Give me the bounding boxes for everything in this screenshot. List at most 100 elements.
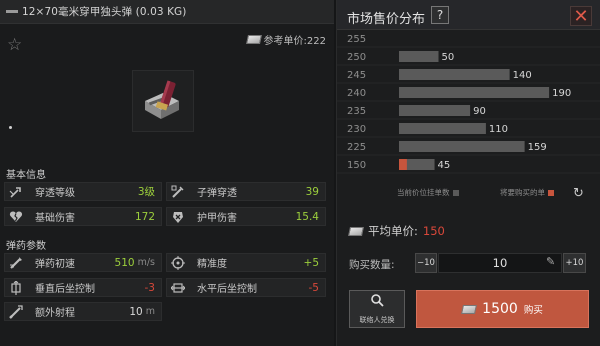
stat-horizontal-recoil: 水平后坐控制 -5 xyxy=(166,278,326,297)
buy-button[interactable]: 1500 购买 xyxy=(416,290,589,328)
reference-price: 参考单价:222 xyxy=(245,32,326,47)
stat-value: -5 xyxy=(308,281,319,294)
market-title: 市场售价分布 xyxy=(347,12,426,27)
contact-exchange-label: 联络人兑换 xyxy=(359,316,395,324)
stat-value: 3级 xyxy=(137,186,155,198)
legend-label: 将要购买的单 xyxy=(500,188,545,197)
help-button[interactable]: ? xyxy=(431,6,449,24)
shotgun-shell-icon xyxy=(145,80,179,119)
crosshair-icon xyxy=(171,255,185,270)
bar-value-label: 190 xyxy=(552,88,571,99)
bar-value-label: 140 xyxy=(513,70,532,81)
bar-value-label: 50 xyxy=(442,52,455,63)
stat-label: 额外射程 xyxy=(35,308,75,319)
money-icon xyxy=(245,35,262,44)
buy-price: 1500 xyxy=(482,301,518,317)
market-panel: 市场售价分布 ? ✕ 255 250 50 245 140 240 190 235 90 230 1… xyxy=(336,0,600,346)
y-tick-label: 235 xyxy=(347,106,366,117)
y-tick-label: 225 xyxy=(347,142,366,153)
y-tick-label: 230 xyxy=(347,124,366,135)
item-image xyxy=(132,70,194,132)
market-header: 市场售价分布 ? ✕ xyxy=(337,0,600,30)
vertical-recoil-icon xyxy=(9,280,23,295)
y-tick-label: 255 xyxy=(347,34,366,45)
item-name: 12×70毫米穿甲独头弹 (0.03 KG) xyxy=(22,6,187,18)
contact-exchange-button[interactable]: 联络人兑换 xyxy=(349,290,405,328)
bar-current-orders xyxy=(399,141,525,152)
item-detail-panel: 12×70毫米穿甲独头弹 (0.03 KG) ☆ 参考单价:222 基本信息 穿… xyxy=(0,0,334,346)
refresh-icon[interactable]: ↻ xyxy=(573,186,584,201)
search-icon xyxy=(370,293,384,311)
basic-info-title: 基本信息 xyxy=(6,170,46,181)
chart-legend: 当前价位挂单数 将要购买的单 xyxy=(337,184,600,200)
muzzle-velocity-icon xyxy=(9,256,23,270)
penetration-icon xyxy=(9,185,23,199)
bar-value-label: 159 xyxy=(528,142,547,153)
stat-base-damage: 基础伤害 172 xyxy=(4,207,162,226)
favorite-star-icon[interactable]: ☆ xyxy=(7,37,22,54)
stat-label: 水平后坐控制 xyxy=(197,284,257,295)
pencil-icon[interactable]: ✎ xyxy=(546,255,555,268)
bar-value-label: 90 xyxy=(473,106,486,117)
bar-buy-orders xyxy=(399,159,407,170)
armor-damage-icon xyxy=(171,210,185,224)
stat-bullet-penetration: 子弹穿透 39 xyxy=(166,182,326,201)
close-icon: ✕ xyxy=(573,5,589,27)
ammo-params-title: 弹药参数 xyxy=(6,241,46,252)
close-button[interactable]: ✕ xyxy=(570,5,592,27)
stat-value: +5 xyxy=(303,256,319,269)
broken-heart-icon xyxy=(9,210,23,224)
money-icon xyxy=(461,304,478,314)
stat-label: 穿透等级 xyxy=(35,188,75,199)
price-distribution-chart: 255 250 50 245 140 240 190 235 90 230 110 225 159 150… xyxy=(337,34,600,174)
quantity-label: 购买数量: xyxy=(349,259,395,271)
stat-penetration-level: 穿透等级 3级 xyxy=(4,182,162,201)
stat-extra-range: 额外射程 10 m xyxy=(4,302,162,321)
stat-unit: m/s xyxy=(137,257,155,268)
stat-label: 子弹穿透 xyxy=(197,188,237,199)
bar-current-orders xyxy=(399,69,510,80)
legend-swatch-red xyxy=(548,189,554,196)
stat-armor-damage: 护甲伤害 15.4 xyxy=(166,207,326,226)
bar-current-orders xyxy=(399,87,550,98)
stat-vertical-recoil: 垂直后坐控制 -3 xyxy=(4,278,162,297)
reference-price-label: 参考单价:222 xyxy=(263,36,326,47)
bar-current-orders xyxy=(399,123,486,134)
bullet-penetration-icon xyxy=(171,185,185,199)
y-tick-label: 150 xyxy=(347,160,366,171)
legend-buy-orders: 将要购买的单 xyxy=(500,187,554,198)
stat-label: 垂直后坐控制 xyxy=(35,284,95,295)
stat-label: 基础伤害 xyxy=(35,213,75,224)
stat-value: -3 xyxy=(144,281,155,294)
stat-label: 护甲伤害 xyxy=(197,213,237,224)
legend-swatch-gray xyxy=(452,189,459,196)
buy-label: 购买 xyxy=(523,305,543,316)
decrease-10-button[interactable]: −10 xyxy=(415,253,437,273)
bar-current-orders xyxy=(399,105,471,116)
stat-muzzle-velocity: 弹药初速 510 m/s xyxy=(4,253,162,272)
legend-current-orders: 当前价位挂单数 xyxy=(397,187,459,198)
stat-unit: m xyxy=(145,306,155,317)
average-price-value: 150 xyxy=(422,224,445,238)
stat-value: 10 xyxy=(129,305,143,318)
y-tick-label: 245 xyxy=(347,70,366,81)
bar-value-label: 110 xyxy=(489,124,508,135)
increase-10-button[interactable]: +10 xyxy=(563,253,586,273)
legend-label: 当前价位挂单数 xyxy=(397,188,450,197)
stat-value: 15.4 xyxy=(295,210,319,223)
stat-label: 弹药初速 xyxy=(35,259,75,270)
y-tick-label: 240 xyxy=(347,88,366,99)
y-tick-label: 250 xyxy=(347,52,366,63)
collapse-icon[interactable] xyxy=(6,10,18,13)
stat-value: 39 xyxy=(305,185,319,198)
stat-value: 510 xyxy=(114,256,135,269)
range-icon xyxy=(9,304,23,319)
horizontal-recoil-icon xyxy=(171,281,185,295)
stat-label: 精准度 xyxy=(197,259,227,270)
bar-current-orders xyxy=(399,51,439,62)
stat-value: 172 xyxy=(134,210,155,223)
bar-value-label: 45 xyxy=(438,160,451,171)
quantity-input[interactable] xyxy=(438,253,562,273)
stat-accuracy: 精准度 +5 xyxy=(166,253,326,272)
item-title-bar: 12×70毫米穿甲独头弹 (0.03 KG) xyxy=(0,0,334,24)
